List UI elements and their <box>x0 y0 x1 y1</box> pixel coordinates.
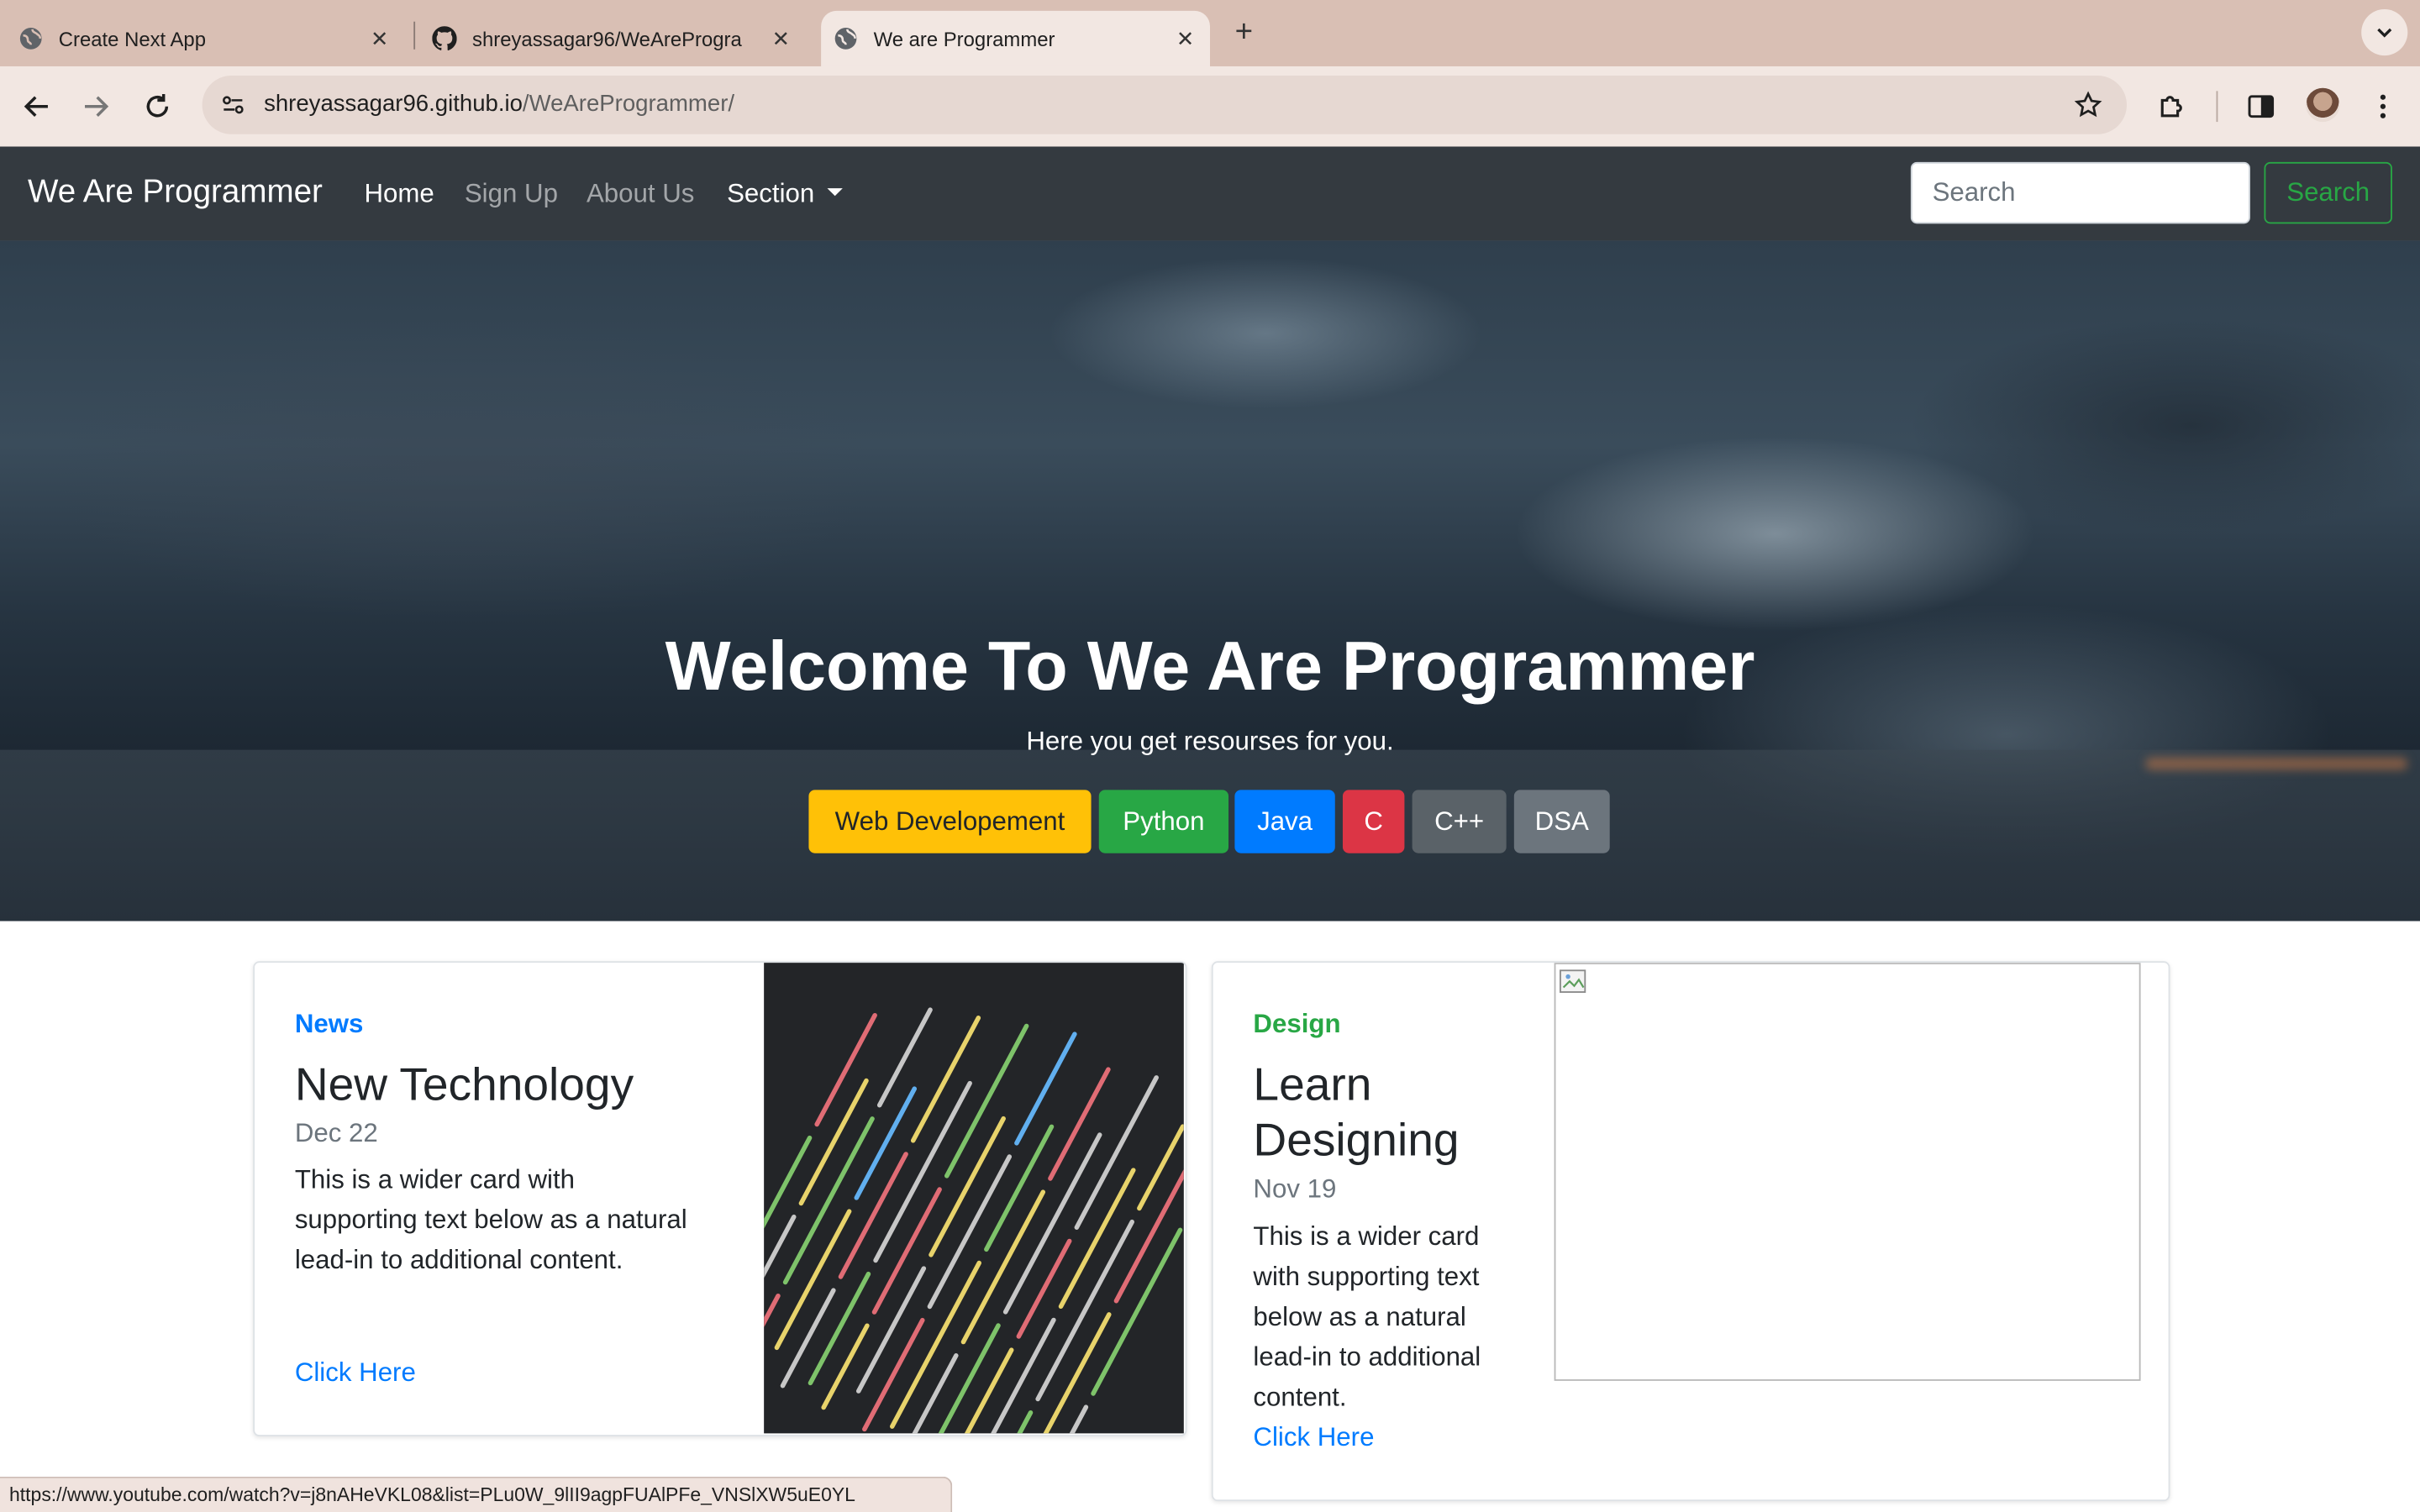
tab-create-next-app[interactable]: Create Next App ✕ <box>18 11 404 66</box>
url-host: shreyassagar96.github.io <box>264 91 523 118</box>
new-tab-icon[interactable]: + <box>1227 15 1260 49</box>
tab-title: shreyassagar96/WeAreProgra <box>472 27 742 50</box>
tab-github-repo[interactable]: shreyassagar96/WeAreProgra ✕ <box>432 11 805 66</box>
chevron-down-icon <box>2377 28 2392 38</box>
topic-button-dsa[interactable]: DSA <box>1513 790 1610 853</box>
toolbar-divider <box>2216 91 2218 123</box>
browser-tab-strip: Create Next App ✕ shreyassagar96/WeArePr… <box>0 0 2420 66</box>
nav-link-home[interactable]: Home <box>364 179 434 210</box>
nav-dropdown-label: Section <box>727 179 815 208</box>
card-date: Nov 19 <box>1253 1173 1337 1204</box>
reload-icon <box>146 94 169 118</box>
code-screen-image <box>764 963 1184 1434</box>
profile-avatar[interactable] <box>2306 87 2340 123</box>
browser-toolbar: shreyassagar96.github.io/WeAreProgrammer… <box>0 66 2420 149</box>
nav-dropdown-section[interactable]: Section <box>727 179 843 210</box>
tab-we-are-programmer[interactable]: We are Programmer ✕ <box>821 10 1210 66</box>
card-category: News <box>294 1009 364 1039</box>
tab-title: We are Programmer <box>873 27 1055 50</box>
nav-link-about-us[interactable]: About Us <box>587 179 694 210</box>
url-path: /WeAreProgrammer/ <box>522 91 735 118</box>
topic-button-web-development[interactable]: Web Developement <box>808 790 1092 853</box>
hero-background-horizon <box>2145 757 2408 770</box>
browser-menu-button[interactable] <box>2361 85 2404 128</box>
topic-button-java[interactable]: Java <box>1234 790 1335 853</box>
card-title: New Technology <box>294 1059 634 1111</box>
close-icon[interactable]: ✕ <box>1173 26 1197 50</box>
globe-icon <box>834 26 858 50</box>
side-panel-button[interactable] <box>2239 85 2282 128</box>
browser-status-bar: https://www.youtube.com/watch?v=j8nAHeVK… <box>0 1476 953 1512</box>
topic-button-cpp[interactable]: C++ <box>1412 790 1507 853</box>
globe-icon <box>18 26 43 50</box>
nav-link-sign-up[interactable]: Sign Up <box>465 179 558 210</box>
reload-button[interactable] <box>136 85 179 128</box>
url-text: shreyassagar96.github.io/WeAreProgrammer… <box>264 91 734 117</box>
arrow-left-icon <box>24 96 48 117</box>
broken-image-placeholder <box>1554 963 2141 1381</box>
site-settings-icon[interactable] <box>214 87 251 123</box>
card-link-click-here[interactable]: Click Here <box>295 1357 416 1389</box>
article-card-design: Design Learn Designing Nov 19 This is a … <box>1211 961 2170 1502</box>
card-category: Design <box>1253 1009 1341 1039</box>
tab-search-button[interactable] <box>2361 9 2408 56</box>
kebab-menu-icon <box>2380 94 2386 118</box>
article-card-news: News New Technology Dec 22 This is a wid… <box>253 961 1187 1436</box>
address-bar[interactable]: shreyassagar96.github.io/WeAreProgrammer… <box>202 76 2128 134</box>
card-text: This is a wider card with supporting tex… <box>294 1164 687 1275</box>
search-button[interactable]: Search <box>2264 161 2392 224</box>
search-input[interactable] <box>1910 161 2250 224</box>
card-title: Learn Designing <box>1253 1059 1460 1167</box>
topic-button-python[interactable]: Python <box>1098 790 1229 853</box>
card-text: This is a wider card with supporting tex… <box>1253 1221 1481 1412</box>
page-root: Create Next App ✕ shreyassagar96/WeArePr… <box>0 0 2420 1512</box>
extensions-button[interactable] <box>2150 85 2193 128</box>
tab-divider <box>413 21 416 50</box>
card-date: Dec 22 <box>294 1118 378 1148</box>
hero-title: Welcome To We Are Programmer <box>665 626 1755 706</box>
puzzle-icon <box>2160 96 2182 118</box>
tab-title: Create Next App <box>58 27 207 50</box>
caret-down-icon <box>826 188 843 197</box>
side-panel-icon <box>2248 95 2275 118</box>
navbar-brand[interactable]: We Are Programmer <box>28 175 323 212</box>
hero-subtitle: Here you get resourses for you. <box>1026 727 1394 756</box>
back-button[interactable] <box>15 85 58 128</box>
github-icon <box>432 26 457 50</box>
card-link-click-here[interactable]: Click Here <box>1253 1422 1374 1453</box>
arrow-right-icon <box>85 96 109 117</box>
topic-button-c[interactable]: C <box>1342 790 1405 853</box>
forward-button[interactable] <box>74 85 117 128</box>
site-navbar: We Are Programmer Home Sign Up About Us … <box>0 146 2420 241</box>
bookmark-star-icon[interactable] <box>2071 88 2105 122</box>
hero-banner: Welcome To We Are Programmer Here you ge… <box>0 240 2420 921</box>
close-icon[interactable]: ✕ <box>367 26 392 50</box>
broken-image-icon <box>1560 969 1586 993</box>
close-icon[interactable]: ✕ <box>769 26 793 50</box>
